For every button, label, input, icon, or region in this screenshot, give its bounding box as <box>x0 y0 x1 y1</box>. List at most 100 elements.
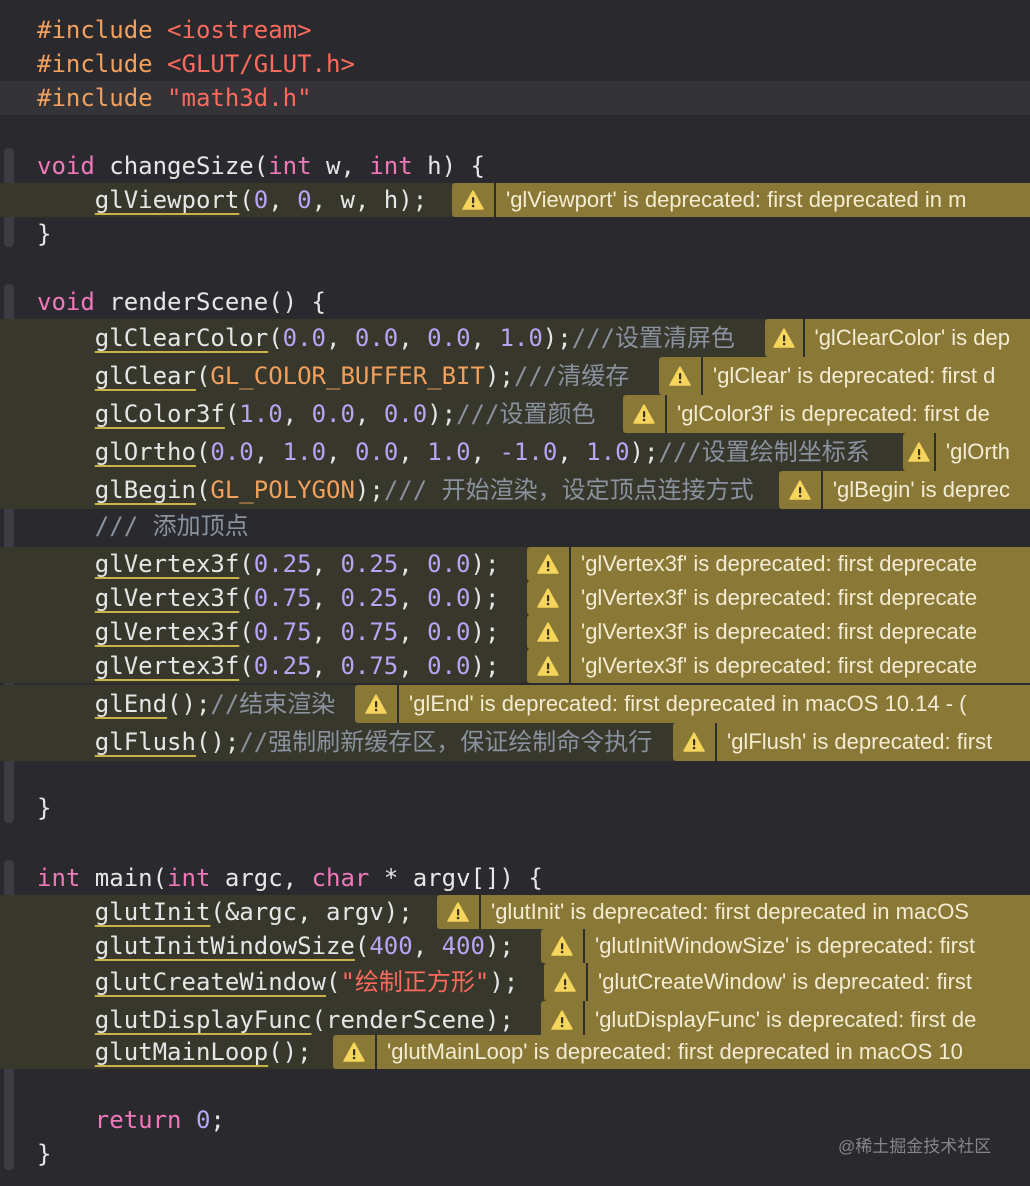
code-line-with-warning[interactable]: glutCreateWindow("绘制正方形"); 'glutCreateWin… <box>0 963 1030 1001</box>
code-line[interactable]: #include <iostream> <box>0 13 1030 47</box>
code-line[interactable]: void renderScene() { <box>0 285 1030 319</box>
code-token: #include <box>37 50 168 78</box>
code-line-with-warning[interactable]: glutMainLoop(); 'glutMainLoop' is depreca… <box>0 1035 1030 1069</box>
warning-annotation[interactable]: 'glutInitWindowSize' is deprecated: firs… <box>541 929 1030 963</box>
warning-icon[interactable] <box>527 581 569 615</box>
warning-annotation[interactable]: 'glVertex3f' is deprecated: first deprec… <box>527 547 1030 581</box>
code-token: 0.0 <box>210 438 254 466</box>
code-line[interactable]: #include "math3d.h" <box>0 81 1030 115</box>
code-line-with-warning[interactable]: glVertex3f(0.75, 0.25, 0.0); 'glVertex3f'… <box>0 581 1030 615</box>
warning-annotation[interactable]: 'glEnd' is deprecated: first deprecated … <box>355 685 1030 723</box>
warning-icon[interactable] <box>673 723 715 761</box>
code-line-with-warning[interactable]: glBegin(GL_POLYGON);/// 开始渲染，设定顶点连接方式 'gl… <box>0 471 1030 509</box>
warning-message[interactable]: 'glutDisplayFunc' is deprecated: first d… <box>585 1001 1030 1039</box>
warning-annotation[interactable]: 'glClear' is deprecated: first d <box>659 357 1030 395</box>
code-token: ; <box>210 1106 225 1134</box>
code-token: 0.25 <box>340 550 399 578</box>
warning-annotation[interactable]: 'glColor3f' is deprecated: first de <box>623 395 1030 433</box>
warning-message[interactable]: 'glOrth <box>935 433 1030 471</box>
code-token: , <box>470 438 500 466</box>
code-token: glVertex3f <box>94 584 240 612</box>
warning-message[interactable]: 'glVertex3f' is deprecated: first deprec… <box>571 649 1030 683</box>
warning-icon[interactable] <box>659 357 701 395</box>
code-text: return 0; <box>37 1103 225 1137</box>
warning-annotation[interactable]: 'glVertex3f' is deprecated: first deprec… <box>527 615 1030 649</box>
warning-message[interactable]: 'glutInitWindowSize' is deprecated: firs… <box>585 929 1030 963</box>
warning-message[interactable]: 'glClear' is deprecated: first d <box>703 357 1030 395</box>
warning-icon[interactable] <box>527 649 569 683</box>
warning-annotation[interactable]: 'glVertex3f' is deprecated: first deprec… <box>527 581 1030 615</box>
warning-message[interactable]: 'glutInit' is deprecated: first deprecat… <box>481 895 1030 929</box>
warning-icon[interactable] <box>765 319 803 357</box>
code-token: 400 <box>441 932 485 960</box>
warning-annotation[interactable]: 'glutMainLoop' is deprecated: first depr… <box>333 1035 1030 1069</box>
code-line-with-warning[interactable]: glClear(GL_COLOR_BUFFER_BIT);///清缓存 'glCl… <box>0 357 1030 395</box>
code-line-with-warning[interactable]: glVertex3f(0.75, 0.75, 0.0); 'glVertex3f'… <box>0 615 1030 649</box>
code-line[interactable]: int main(int argc, char * argv[]) { <box>0 861 1030 895</box>
code-line-with-warning[interactable]: glViewport(0, 0, w, h);'glViewport' is d… <box>0 183 1030 217</box>
code-token: 0 <box>297 186 312 214</box>
warning-annotation[interactable]: 'glutInit' is deprecated: first deprecat… <box>437 895 1030 929</box>
code-line-with-warning[interactable]: glEnd();//结束渲染 'glEnd' is deprecated: fir… <box>0 685 1030 723</box>
warning-message[interactable]: 'glClearColor' is dep <box>804 319 1030 357</box>
warning-annotation[interactable]: 'glViewport' is deprecated: first deprec… <box>452 183 1030 217</box>
code-token: 1.0 <box>239 400 283 428</box>
code-line[interactable]: /// 添加顶点 <box>0 509 1030 543</box>
warning-icon[interactable] <box>541 1001 583 1039</box>
code-line-with-warning[interactable]: glColor3f(1.0, 0.0, 0.0);///设置颜色 'glColor… <box>0 395 1030 433</box>
warning-annotation[interactable]: 'glutDisplayFunc' is deprecated: first d… <box>541 1001 1030 1039</box>
warning-icon[interactable] <box>355 685 397 723</box>
code-line-with-warning[interactable]: glutInitWindowSize(400, 400); 'glutInitWi… <box>0 929 1030 963</box>
warning-message[interactable]: 'glutMainLoop' is deprecated: first depr… <box>377 1035 1030 1069</box>
warning-message[interactable]: 'glEnd' is deprecated: first deprecated … <box>399 685 1030 723</box>
code-token: //强制刷新缓存区，保证绘制命令执行 <box>239 728 653 756</box>
warning-icon[interactable] <box>541 929 583 963</box>
code-line[interactable]: void changeSize(int w, int h) { <box>0 149 1030 183</box>
warning-icon[interactable] <box>527 547 569 581</box>
code-text: glOrtho(0.0, 1.0, 0.0, 1.0, -1.0, 1.0);/… <box>37 433 870 471</box>
warning-message[interactable]: 'glFlush' is deprecated: first <box>717 723 1030 761</box>
code-line[interactable]: } <box>0 217 1030 251</box>
warning-message[interactable]: 'glBegin' is deprec <box>822 471 1030 509</box>
warning-icon[interactable] <box>452 183 494 217</box>
code-line-with-warning[interactable]: glFlush();//强制刷新缓存区，保证绘制命令执行 'glFlush' is… <box>0 723 1030 761</box>
warning-annotation[interactable]: 'glClearColor' is dep <box>765 319 1030 357</box>
code-line-with-warning[interactable]: glutInit(&argc, argv); 'glutInit' is depr… <box>0 895 1030 929</box>
warning-icon[interactable] <box>779 471 821 509</box>
code-line-with-warning[interactable]: glClearColor(0.0, 0.0, 0.0, 1.0);///设置清屏… <box>0 319 1030 357</box>
code-line-with-warning[interactable]: glOrtho(0.0, 1.0, 0.0, 1.0, -1.0, 1.0);/… <box>0 433 1030 471</box>
warning-annotation[interactable]: 'glVertex3f' is deprecated: first deprec… <box>527 649 1030 683</box>
code-token: glEnd <box>94 690 168 718</box>
warning-icon[interactable] <box>623 395 665 433</box>
code-token: ); <box>470 550 500 578</box>
code-token: ( <box>325 968 341 996</box>
code-token: 1.0 <box>499 324 543 352</box>
code-line-with-warning[interactable]: glVertex3f(0.25, 0.75, 0.0); 'glVertex3f'… <box>0 649 1030 683</box>
warning-message[interactable]: 'glVertex3f' is deprecated: first deprec… <box>571 615 1030 649</box>
code-line-with-warning[interactable]: glutDisplayFunc(renderScene); 'glutDispla… <box>0 1001 1030 1039</box>
code-line[interactable]: } <box>0 791 1030 825</box>
code-token: int <box>37 864 81 892</box>
code-editor[interactable]: #include <iostream> #include <GLUT/GLUT.h… <box>0 0 1030 1186</box>
warning-icon[interactable] <box>527 615 569 649</box>
warning-icon[interactable] <box>333 1035 375 1069</box>
warning-message[interactable]: 'glutCreateWindow' is deprecated: first <box>588 963 1030 1001</box>
warning-annotation[interactable]: 'glFlush' is deprecated: first <box>673 723 1030 761</box>
code-line[interactable]: #include <GLUT/GLUT.h> <box>0 47 1030 81</box>
warning-icon[interactable] <box>903 433 935 471</box>
warning-icon[interactable] <box>544 963 586 1001</box>
warning-message[interactable]: 'glViewport' is deprecated: first deprec… <box>496 183 1030 217</box>
code-token: ); <box>354 476 384 504</box>
warning-message[interactable]: 'glColor3f' is deprecated: first de <box>667 395 1030 433</box>
warning-message[interactable]: 'glVertex3f' is deprecated: first deprec… <box>571 547 1030 581</box>
warning-annotation[interactable]: 'glBegin' is deprec <box>779 471 1030 509</box>
code-line-with-warning[interactable]: glVertex3f(0.25, 0.25, 0.0); 'glVertex3f'… <box>0 547 1030 581</box>
warning-annotation[interactable]: 'glOrth <box>903 433 1030 471</box>
code-token: (&argc, argv); <box>210 898 413 926</box>
code-token: 0.25 <box>253 652 312 680</box>
warning-message[interactable]: 'glVertex3f' is deprecated: first deprec… <box>571 581 1030 615</box>
warning-icon[interactable] <box>437 895 479 929</box>
warning-annotation[interactable]: 'glutCreateWindow' is deprecated: first <box>544 963 1030 1001</box>
code-token: w, <box>311 152 370 180</box>
